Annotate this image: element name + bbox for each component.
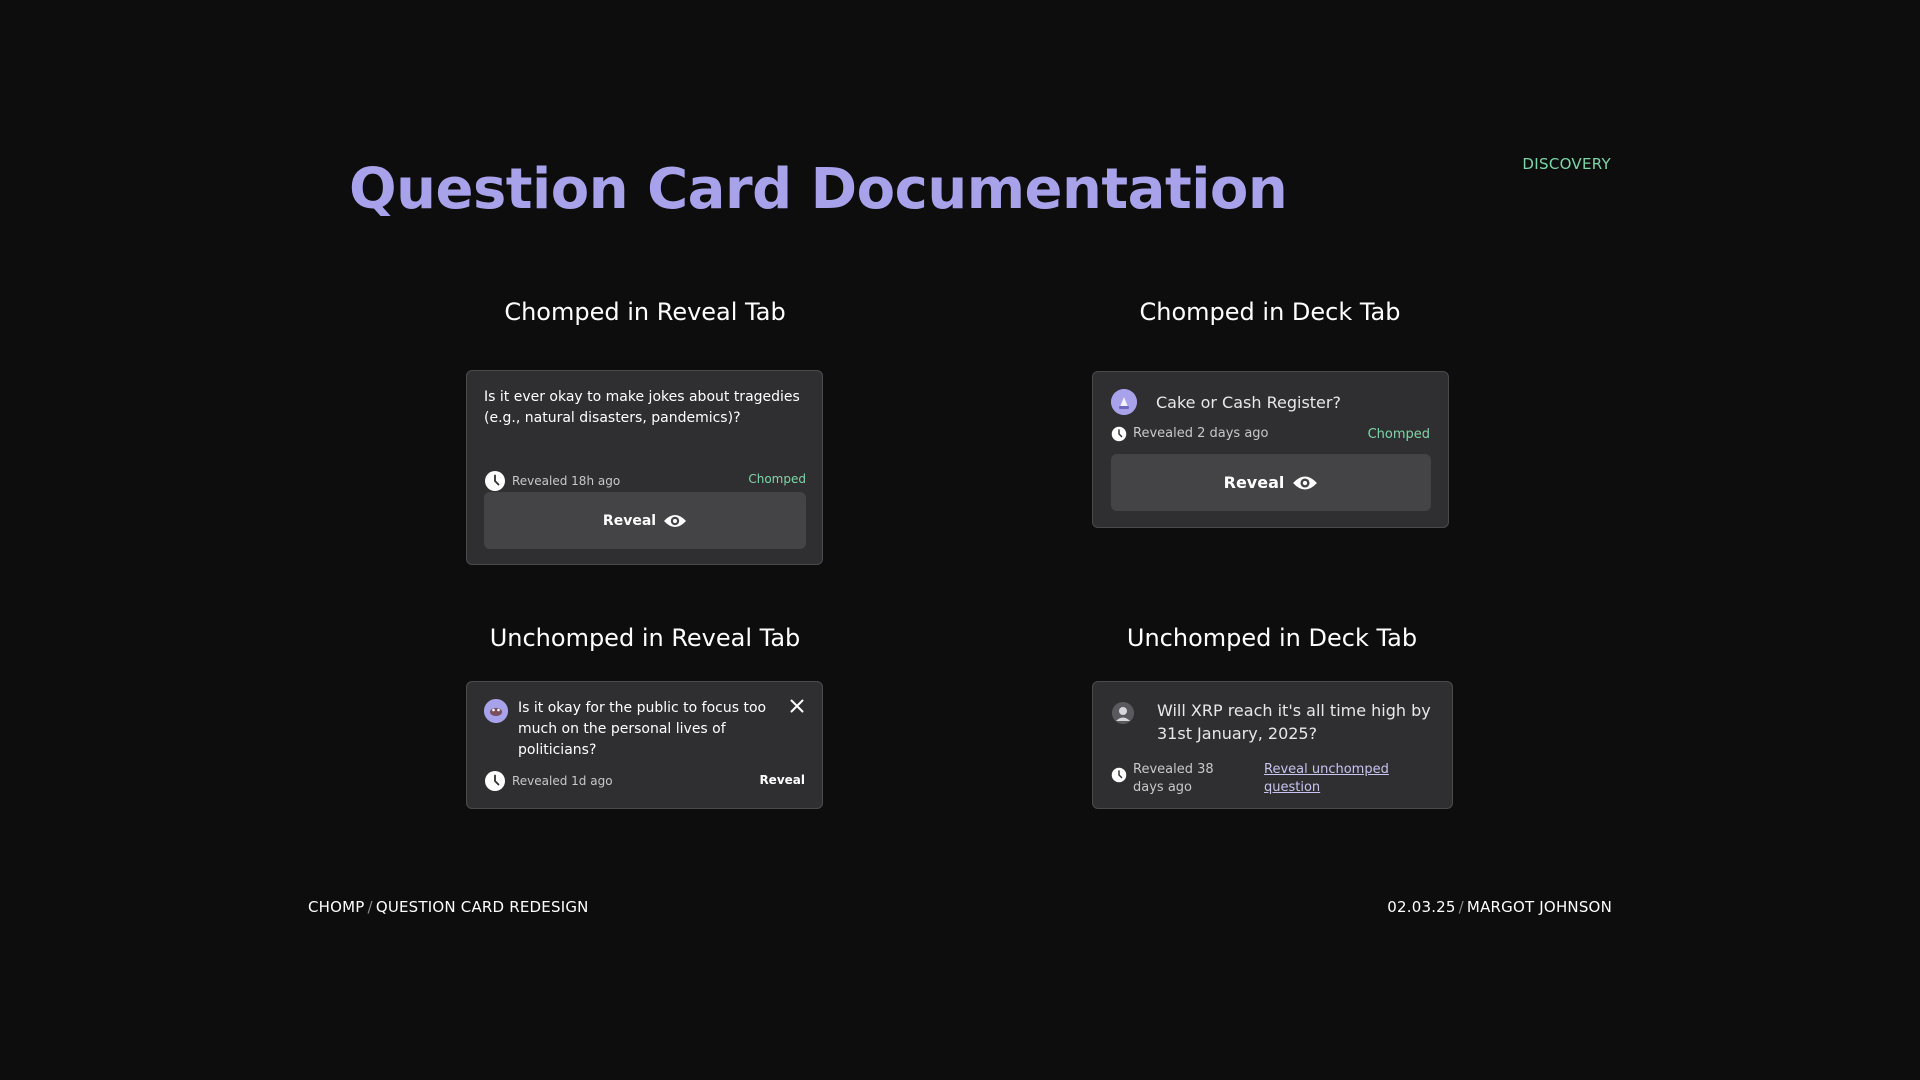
avatar xyxy=(1111,389,1137,415)
avatar xyxy=(1112,702,1134,724)
eye-icon xyxy=(1293,476,1318,489)
footer-brand: CHOMP xyxy=(308,898,365,916)
footer-separator: / xyxy=(367,898,373,916)
revealed-meta: Revealed 18h ago xyxy=(484,470,620,492)
question-card-unchomped-deck[interactable]: Will XRP reach it's all time high by 31s… xyxy=(1092,681,1453,809)
revealed-meta: Revealed 1d ago xyxy=(484,770,613,792)
revealed-meta: Revealed 38 days ago xyxy=(1111,761,1243,797)
footer-project-name: QUESTION CARD REDESIGN xyxy=(375,898,589,916)
documentation-page: Question Card Documentation DISCOVERY Ch… xyxy=(0,0,1920,1080)
close-icon[interactable] xyxy=(790,699,804,713)
clock-icon xyxy=(1111,767,1127,783)
reveal-button-label: Reveal xyxy=(602,512,657,529)
question-text: Is it ever okay to make jokes about trag… xyxy=(484,389,800,426)
revealed-time: Revealed 38 days ago xyxy=(1133,762,1214,795)
footer-project: CHOMP / QUESTION CARD REDESIGN xyxy=(308,898,589,916)
eye-icon xyxy=(664,514,687,527)
clock-icon xyxy=(1111,426,1127,442)
avatar-image xyxy=(1111,389,1137,415)
reveal-button[interactable]: Reveal xyxy=(1111,454,1431,511)
heading-chomped-deck: Chomped in Deck Tab xyxy=(1139,298,1401,326)
status-chomped: Chomped xyxy=(1367,427,1430,442)
revealed-time: Revealed 18h ago xyxy=(512,474,621,488)
question-card-chomped-reveal[interactable]: Is it ever okay to make jokes about trag… xyxy=(466,370,823,565)
clock-icon xyxy=(485,471,505,491)
heading-unchomped-reveal: Unchomped in Reveal Tab xyxy=(489,624,801,652)
avatar xyxy=(484,699,508,723)
clock-icon xyxy=(485,771,505,791)
heading-unchomped-deck: Unchomped in Deck Tab xyxy=(1126,624,1418,652)
question-text: Cake or Cash Register? xyxy=(1156,393,1341,412)
section-tag: DISCOVERY xyxy=(1522,155,1611,173)
reveal-link[interactable]: Reveal xyxy=(759,773,805,787)
status-chomped: Chomped xyxy=(748,472,806,486)
reveal-unchomped-link[interactable]: Reveal unchomped question xyxy=(1264,761,1414,797)
footer-credit: 02.03.25/MARGOT JOHNSON xyxy=(1387,898,1612,916)
footer-separator: / xyxy=(1458,898,1464,916)
question-card-chomped-deck[interactable]: Cake or Cash Register? Revealed 2 days a… xyxy=(1092,371,1449,528)
question-text: Will XRP reach it's all time high by 31s… xyxy=(1157,701,1431,743)
footer-date: 02.03.25 xyxy=(1387,898,1456,916)
question-text: Is it okay for the public to focus too m… xyxy=(518,700,767,758)
page-title: Question Card Documentation xyxy=(349,157,1288,222)
revealed-time: Revealed 1d ago xyxy=(512,774,613,788)
reveal-button-label: Reveal xyxy=(1223,473,1285,492)
reveal-button[interactable]: Reveal xyxy=(484,492,806,549)
avatar-image xyxy=(484,699,508,723)
avatar-image xyxy=(1112,702,1134,724)
heading-chomped-reveal: Chomped in Reveal Tab xyxy=(504,298,786,326)
question-card-unchomped-reveal[interactable]: Is it okay for the public to focus too m… xyxy=(466,681,823,809)
revealed-meta: Revealed 2 days ago xyxy=(1111,425,1269,443)
footer-author: MARGOT JOHNSON xyxy=(1466,898,1612,916)
revealed-time: Revealed 2 days ago xyxy=(1133,426,1269,441)
